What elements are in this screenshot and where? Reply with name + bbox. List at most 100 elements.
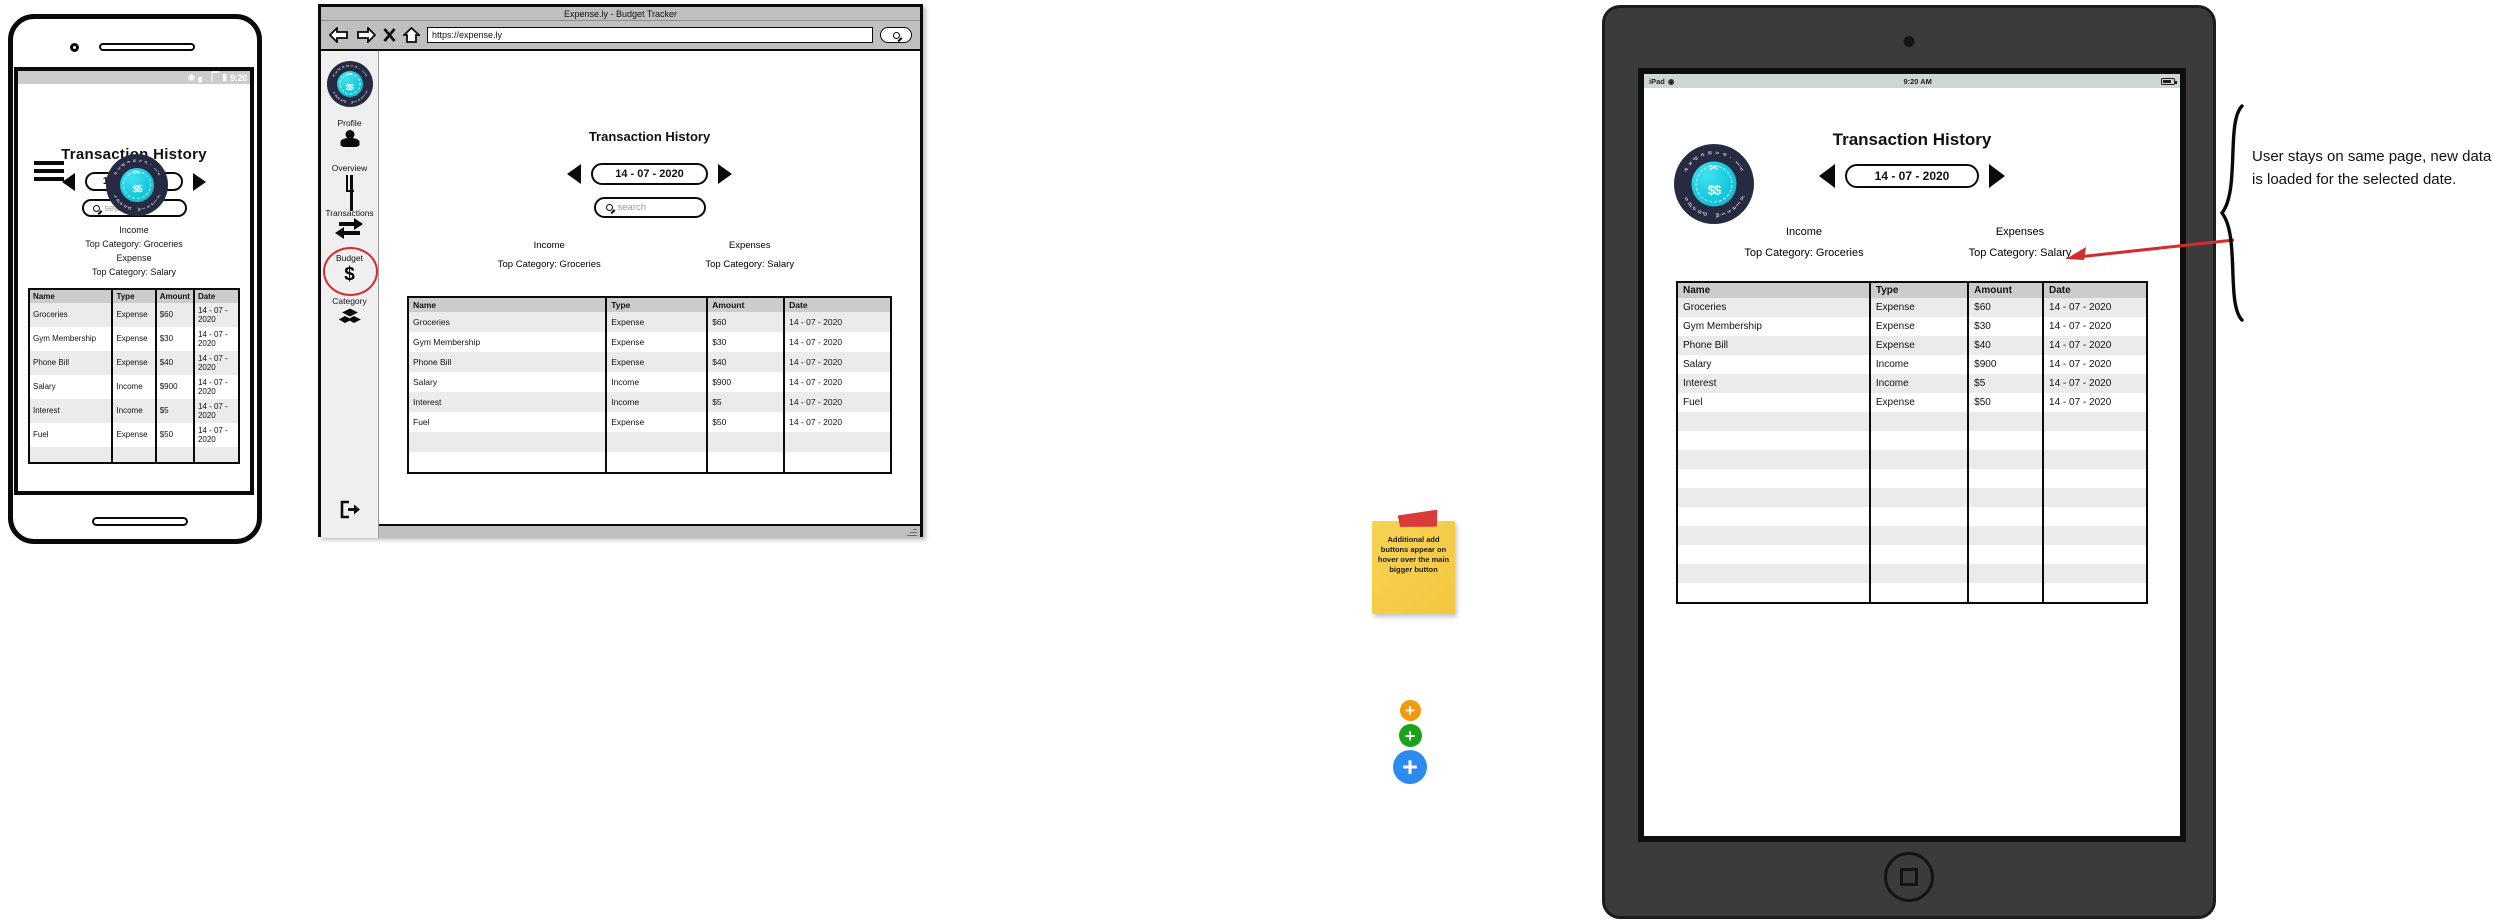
- horizontal-scrollbar[interactable]: [379, 524, 920, 538]
- table-row[interactable]: Gym Membership Expense $30 14 - 07 - 2020: [409, 332, 890, 352]
- column-header-name[interactable]: Name: [30, 289, 114, 303]
- column-header-type[interactable]: Type: [112, 289, 157, 303]
- column-header-date[interactable]: Date: [193, 289, 238, 303]
- table-row[interactable]: Salary Income $900 14 - 07 - 2020: [409, 372, 890, 392]
- url-search-button[interactable]: [880, 27, 912, 43]
- table-row[interactable]: Groceries Expense $60 14 - 07 - 2020: [30, 302, 238, 327]
- cell-empty: [1968, 563, 2045, 583]
- table-row-empty: [409, 452, 890, 472]
- summary-heading: Income: [533, 240, 565, 251]
- add-green-fab[interactable]: +: [1398, 724, 1422, 747]
- cell-name: Gym Membership: [409, 332, 608, 352]
- column-header-name[interactable]: Name: [1678, 282, 1871, 298]
- tablet-app-body: expense.ly ✂ $$ spend wisely Transaction…: [1644, 130, 2180, 836]
- sidebar-item-profile[interactable]: Profile: [321, 118, 378, 152]
- table-row[interactable]: Phone Bill Expense $40 14 - 07 - 2020: [1678, 335, 2146, 355]
- cell-amount: $5: [707, 392, 786, 412]
- cell-type: Expense: [112, 326, 157, 351]
- hamburger-menu-icon[interactable]: [34, 161, 64, 185]
- column-header-type[interactable]: Type: [606, 298, 709, 312]
- cell-name: Gym Membership: [1678, 316, 1871, 336]
- add-main-fab[interactable]: +: [1393, 750, 1427, 784]
- cell-empty: [1678, 487, 1871, 507]
- summary-line: Top Category: Salary: [91, 266, 177, 277]
- next-date-button[interactable]: [1989, 164, 2006, 188]
- sidebar-item-transactions[interactable]: Transactions: [321, 208, 378, 242]
- table-body: Groceries Expense $60 14 - 07 - 2020 Gym Mem…: [409, 312, 890, 472]
- add-orange-fab[interactable]: +: [1399, 700, 1421, 721]
- prev-date-button[interactable]: [1818, 164, 1835, 188]
- table-row[interactable]: Interest Income $5 14 - 07 - 2020: [1678, 373, 2146, 393]
- brand-logo: expense.ly ✂ $$ spend wisely: [326, 61, 373, 107]
- table-row[interactable]: Salary Income $900 14 - 07 - 2020: [1678, 354, 2146, 374]
- arrow-right-icon[interactable]: [356, 27, 376, 43]
- summary-block: Income Top Category: Groceries Expense T…: [18, 224, 250, 280]
- cell-name: Salary: [1678, 354, 1871, 374]
- tablet-status-bar: iPad ◉ 9:20 AM: [1644, 74, 2180, 88]
- column-header-amount[interactable]: Amount: [1968, 282, 2045, 298]
- sticky-note: Additional add buttons appear on hover o…: [1372, 521, 1455, 614]
- cell-name: Salary: [409, 372, 608, 392]
- phone-status-bar: ◉ ▖▕▔ ▮ 9:20: [18, 71, 250, 84]
- summary-line: Expense: [116, 252, 152, 263]
- add-orange-fab[interactable]: +: [129, 492, 140, 495]
- cell-type: Income: [112, 398, 157, 423]
- transactions-table-container: Name Type Amount Date Groceries Expense $60 14…: [28, 287, 240, 464]
- cell-date: 14 - 07 - 2020: [784, 412, 890, 432]
- table-row[interactable]: Interest Income $5 14 - 07 - 2020: [409, 392, 890, 412]
- cell-name: Gym Membership: [30, 326, 114, 351]
- phone-home-button[interactable]: [92, 517, 188, 526]
- cell-empty: [784, 432, 890, 452]
- table-row[interactable]: Groceries Expense $60 14 - 07 - 2020: [409, 312, 890, 332]
- sidebar-item-category[interactable]: Category: [321, 296, 378, 330]
- date-value[interactable]: 14 - 07 - 2020: [591, 163, 708, 185]
- summary-line: Income: [119, 225, 149, 235]
- table-row[interactable]: Salary Income $900 14 - 07 - 2020: [30, 374, 238, 399]
- prev-date-button[interactable]: [567, 164, 582, 184]
- table-row[interactable]: Phone Bill Expense $40 14 - 07 - 2020: [30, 350, 238, 375]
- next-date-button[interactable]: [717, 164, 732, 184]
- logout-icon[interactable]: [321, 500, 378, 524]
- table-row[interactable]: Fuel Expense $50 14 - 07 - 2020: [409, 412, 890, 432]
- home-button-icon[interactable]: [1884, 852, 1934, 902]
- summary-subtext: Top Category: Groceries: [1744, 246, 1864, 259]
- column-header-type[interactable]: Type: [1869, 282, 1970, 298]
- table-row[interactable]: Fuel Expense $50 14 - 07 - 2020: [30, 422, 238, 447]
- cell-type: Expense: [606, 352, 709, 372]
- table-row[interactable]: Gym Membership Expense $30 14 - 07 - 2020: [30, 326, 238, 351]
- column-header-amount[interactable]: Amount: [707, 298, 786, 312]
- table-row[interactable]: Fuel Expense $50 14 - 07 - 2020: [1678, 392, 2146, 412]
- phone-status-time: 9:20: [230, 72, 247, 83]
- sidebar-item-overview[interactable]: Overview: [321, 163, 378, 211]
- column-header-date[interactable]: Date: [784, 298, 890, 312]
- table-row[interactable]: Interest Income $5 14 - 07 - 2020: [30, 398, 238, 423]
- sidebar-item-budget[interactable]: Budget $: [321, 253, 378, 285]
- arrow-left-icon[interactable]: [329, 27, 349, 43]
- cell-name: Interest: [1678, 373, 1871, 393]
- sticky-note-tape: [1397, 510, 1438, 530]
- cell-type: Income: [606, 392, 709, 412]
- cell-amount: $40: [707, 352, 786, 372]
- cell-type: Expense: [1869, 316, 1970, 336]
- column-header-date[interactable]: Date: [2043, 282, 2146, 298]
- cell-date: 14 - 07 - 2020: [784, 372, 890, 392]
- table-row-empty: [1678, 468, 2146, 488]
- column-header-amount[interactable]: Amount: [155, 289, 195, 303]
- device-name: iPad: [1649, 76, 1665, 86]
- floating-action-button-stack: + + +: [1393, 700, 1427, 784]
- close-x-icon[interactable]: [383, 27, 396, 43]
- next-date-button[interactable]: [193, 172, 207, 191]
- date-value[interactable]: 14 - 07 - 2020: [1844, 164, 1980, 188]
- sidebar-item-label: Transactions: [325, 208, 374, 218]
- search-input[interactable]: search: [593, 197, 706, 218]
- tablet-status-time: 9:20 AM: [1903, 76, 1932, 86]
- blocks-icon: [338, 308, 361, 330]
- url-input[interactable]: https://expense.ly: [427, 27, 873, 43]
- table-row[interactable]: Phone Bill Expense $40 14 - 07 - 2020: [409, 352, 890, 372]
- column-header-name[interactable]: Name: [409, 298, 608, 312]
- resize-handle[interactable]: [907, 526, 917, 536]
- home-icon[interactable]: [403, 27, 420, 43]
- cell-type: Income: [1869, 373, 1970, 393]
- table-row[interactable]: Groceries Expense $60 14 - 07 - 2020: [1678, 297, 2146, 317]
- table-row[interactable]: Gym Membership Expense $30 14 - 07 - 2020: [1678, 316, 2146, 336]
